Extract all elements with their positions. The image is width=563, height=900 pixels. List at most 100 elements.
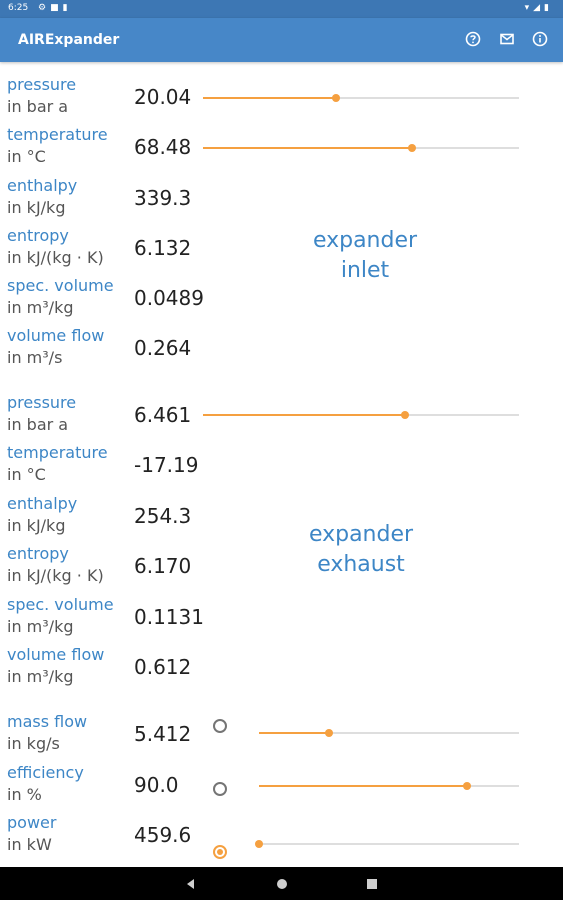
field-value: 6.461 — [134, 403, 192, 427]
field-label: temperature — [7, 125, 108, 144]
exhaust-spec-volume-row: spec. volume in m³/kg 0.1131 — [0, 594, 563, 644]
power-row: power in kW 459.6 — [0, 812, 563, 862]
field-unit: in kJ/kg — [7, 516, 66, 535]
field-value: 339.3 — [134, 186, 192, 210]
field-unit: in kJ/(kg · K) — [7, 248, 104, 267]
back-icon[interactable] — [183, 876, 199, 892]
inlet-pressure-row: pressure in bar a 20.04 — [0, 74, 563, 124]
slider-fill — [203, 97, 336, 99]
field-value: 459.6 — [134, 823, 192, 847]
field-label: entropy — [7, 226, 69, 245]
field-label: pressure — [7, 393, 77, 412]
inlet-entropy-row: entropy in kJ/(kg · K) 6.132 — [0, 225, 563, 275]
field-label: volume flow — [7, 326, 105, 345]
field-label: volume flow — [7, 645, 105, 664]
field-unit: in m³/s — [7, 348, 63, 367]
field-label: enthalpy — [7, 494, 78, 513]
exhaust-pressure-slider[interactable] — [203, 405, 519, 425]
field-value: 0.1131 — [134, 605, 204, 629]
inlet-pressure-slider[interactable] — [203, 88, 519, 108]
inlet-volume-flow-row: volume flow in m³/s 0.264 — [0, 325, 563, 375]
slider-thumb[interactable] — [331, 94, 340, 102]
slider-thumb[interactable] — [463, 782, 471, 790]
inlet-spec-volume-row: spec. volume in m³/kg 0.0489 — [0, 275, 563, 325]
info-icon[interactable] — [531, 31, 549, 49]
field-label: enthalpy — [7, 176, 78, 195]
efficiency-row: efficiency in % 90.0 — [0, 762, 563, 812]
field-label: power — [7, 813, 57, 832]
power-radio[interactable] — [213, 845, 227, 859]
field-unit: in m³/kg — [7, 617, 74, 636]
notification-icon: ■ — [50, 3, 63, 13]
field-value: 0.0489 — [134, 286, 204, 310]
field-unit: in kg/s — [7, 734, 60, 753]
inlet-temperature-slider[interactable] — [203, 138, 519, 158]
slider-fill — [203, 147, 412, 149]
exhaust-temperature-row: temperature in °C -17.19 — [0, 442, 563, 492]
field-label: pressure — [7, 75, 77, 94]
slider-thumb[interactable] — [401, 411, 410, 419]
field-unit: in m³/kg — [7, 667, 74, 686]
section-label-line: expander — [312, 228, 418, 253]
field-unit: in bar a — [7, 415, 69, 434]
field-unit: in kJ/kg — [7, 198, 66, 217]
navigation-bar — [0, 867, 563, 900]
field-unit: in kW — [7, 835, 52, 854]
field-value: 5.412 — [134, 722, 192, 746]
mass-flow-radio[interactable] — [213, 719, 227, 733]
section-label-line: exhaust — [317, 552, 405, 577]
slider-thumb[interactable] — [407, 144, 416, 152]
mail-icon[interactable] — [498, 31, 516, 49]
field-label: spec. volume — [7, 595, 114, 614]
field-value: 6.170 — [134, 554, 192, 578]
exhaust-enthalpy-row: enthalpy in kJ/kg 254.3 — [0, 493, 563, 543]
field-label: spec. volume — [7, 276, 114, 295]
exhaust-pressure-row: pressure in bar a 6.461 — [0, 392, 563, 442]
mass-flow-row: mass flow in kg/s 5.412 — [0, 711, 563, 761]
field-unit: in °C — [7, 465, 46, 484]
power-slider[interactable] — [255, 834, 519, 854]
wifi-icon: ▾ — [524, 3, 534, 13]
slider-fill — [259, 732, 330, 734]
signal-icon: ◢ — [533, 3, 545, 13]
field-label: temperature — [7, 443, 108, 462]
exhaust-section-label: expander exhaust — [291, 520, 431, 580]
field-value: 90.0 — [134, 773, 179, 797]
field-value: 254.3 — [134, 504, 192, 528]
field-label: mass flow — [7, 712, 88, 731]
inlet-temperature-row: temperature in °C 68.48 — [0, 124, 563, 174]
field-unit: in % — [7, 785, 42, 804]
field-value: 6.132 — [134, 236, 192, 260]
field-label: efficiency — [7, 763, 84, 782]
status-time: 6:25 — [8, 3, 29, 13]
app-bar: AIRExpander — [0, 18, 563, 62]
slider-fill — [203, 414, 406, 416]
section-label-line: expander — [308, 522, 414, 547]
field-unit: in m³/kg — [7, 298, 74, 317]
field-unit: in bar a — [7, 97, 69, 116]
slider-track — [259, 843, 519, 845]
efficiency-radio[interactable] — [213, 782, 227, 796]
settings-icon: ⚙ — [38, 3, 51, 13]
battery-icon: ▮ — [544, 3, 553, 13]
exhaust-volume-flow-row: volume flow in m³/kg 0.612 — [0, 644, 563, 694]
slider-thumb[interactable] — [255, 840, 263, 848]
exhaust-entropy-row: entropy in kJ/(kg · K) 6.170 — [0, 543, 563, 593]
home-icon[interactable] — [274, 876, 290, 892]
field-unit: in °C — [7, 147, 46, 166]
field-value: -17.19 — [134, 453, 199, 477]
field-value: 0.264 — [134, 336, 192, 360]
slider-thumb[interactable] — [325, 729, 334, 737]
recents-icon[interactable] — [364, 876, 380, 892]
field-label: entropy — [7, 544, 69, 563]
sim-icon: ▮ — [62, 3, 72, 13]
inlet-enthalpy-row: enthalpy in kJ/kg 339.3 — [0, 175, 563, 225]
content: pressure in bar a 20.04 temperature in °… — [0, 62, 563, 867]
section-label-line: inlet — [340, 258, 390, 283]
app-title: AIRExpander — [18, 32, 120, 48]
efficiency-slider[interactable] — [259, 776, 519, 796]
mass-flow-slider[interactable] — [259, 723, 519, 743]
field-unit: in kJ/(kg · K) — [7, 566, 104, 585]
help-icon[interactable] — [464, 31, 482, 49]
field-value: 68.48 — [134, 135, 192, 159]
